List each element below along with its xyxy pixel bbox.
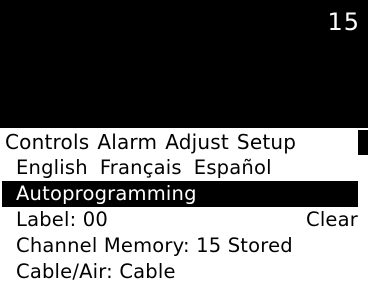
autoprogramming-item[interactable]: Autoprogramming bbox=[2, 181, 358, 207]
channel-number: 15 bbox=[327, 8, 360, 36]
menu-bar: Controls Alarm Adjust Setup bbox=[0, 130, 358, 155]
cable-air-label: Cable/Air: Cable bbox=[16, 260, 176, 283]
label-item[interactable]: Label: 00 Clear bbox=[0, 207, 368, 233]
tab-controls[interactable]: Controls bbox=[5, 130, 89, 155]
channel-memory-label: Channel Memory: 15 Stored bbox=[16, 234, 293, 257]
channel-memory-item[interactable]: Channel Memory: 15 Stored bbox=[0, 233, 368, 259]
autoprogramming-label: Autoprogramming bbox=[16, 182, 197, 205]
language-option-espanol[interactable]: Español bbox=[194, 155, 272, 181]
label-clear-action[interactable]: Clear bbox=[306, 207, 358, 233]
video-area: 15 bbox=[0, 0, 368, 128]
tab-alarm[interactable]: Alarm bbox=[97, 130, 157, 155]
language-option-english[interactable]: English bbox=[16, 155, 88, 181]
menu-bar-end-marker bbox=[358, 130, 368, 155]
tab-setup[interactable]: Setup bbox=[237, 130, 296, 155]
label-value: Label: 00 bbox=[16, 208, 108, 231]
tv-osd-screen: 15 Controls Alarm Adjust Setup English F… bbox=[0, 0, 368, 288]
cable-air-item[interactable]: Cable/Air: Cable bbox=[0, 259, 368, 285]
tab-adjust[interactable]: Adjust bbox=[165, 130, 229, 155]
setup-menu-list: English Français Español Autoprogramming… bbox=[0, 155, 368, 285]
language-option-francais[interactable]: Français bbox=[100, 155, 182, 181]
language-row: English Français Español bbox=[0, 155, 368, 181]
